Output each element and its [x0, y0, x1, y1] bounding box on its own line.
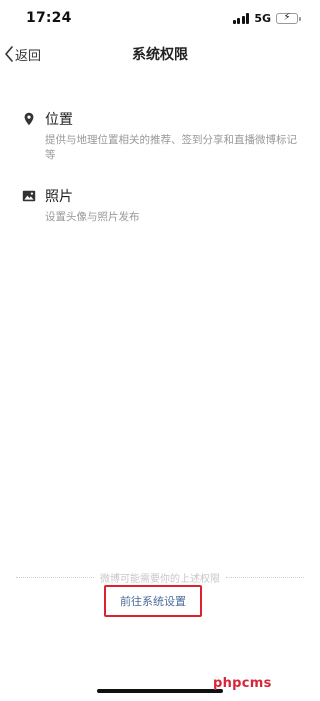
status-bar: 17:24 5G ⚡ — [0, 0, 320, 36]
nav-bar: 返回 系统权限 — [0, 36, 320, 72]
permission-list: 位置 提供与地理位置相关的推荐、签到分享和直播微博标记等 照片 设置头像与照片发… — [0, 108, 320, 225]
charging-bolt-icon: ⚡ — [283, 11, 291, 23]
page-title: 系统权限 — [132, 47, 188, 63]
location-pin-icon — [24, 112, 34, 126]
permission-title: 照片 — [45, 189, 73, 205]
home-indicator[interactable] — [97, 689, 223, 693]
permission-title: 位置 — [45, 112, 73, 128]
back-label: 返回 — [15, 48, 42, 64]
chevron-left-icon — [5, 46, 13, 62]
watermark: phpcms — [213, 676, 272, 691]
open-system-settings-button[interactable]: 前往系统设置 — [104, 585, 202, 617]
status-time: 17:24 — [26, 10, 72, 26]
divider-right — [226, 576, 304, 578]
permission-item-photos: 照片 设置头像与照片发布 — [0, 185, 320, 225]
footer-hint: 微博可能需要你的上述权限 — [100, 573, 220, 585]
battery-cap — [299, 16, 301, 21]
photo-icon — [22, 190, 36, 202]
permission-item-location: 位置 提供与地理位置相关的推荐、签到分享和直播微博标记等 — [0, 108, 320, 163]
status-indicators: 5G ⚡ — [232, 11, 301, 25]
signal-icon — [232, 12, 250, 24]
permission-description: 设置头像与照片发布 — [45, 211, 140, 223]
open-system-settings-label: 前往系统设置 — [120, 595, 186, 608]
battery-icon: ⚡ — [276, 11, 301, 24]
permission-description: 提供与地理位置相关的推荐、签到分享和直播微博标记等 — [45, 134, 297, 161]
back-button[interactable]: 返回 — [4, 36, 41, 72]
permissions-screen: 17:24 5G ⚡ 返回 系统权限 位置 提供与地理位置相关的推荐、签到分享和… — [0, 0, 320, 701]
network-type: 5G — [254, 11, 271, 25]
permission-header: 照片 — [22, 185, 300, 207]
footer-hint-row: 微博可能需要你的上述权限 — [16, 570, 304, 585]
permission-header: 位置 — [22, 108, 300, 130]
divider-left — [16, 576, 94, 578]
